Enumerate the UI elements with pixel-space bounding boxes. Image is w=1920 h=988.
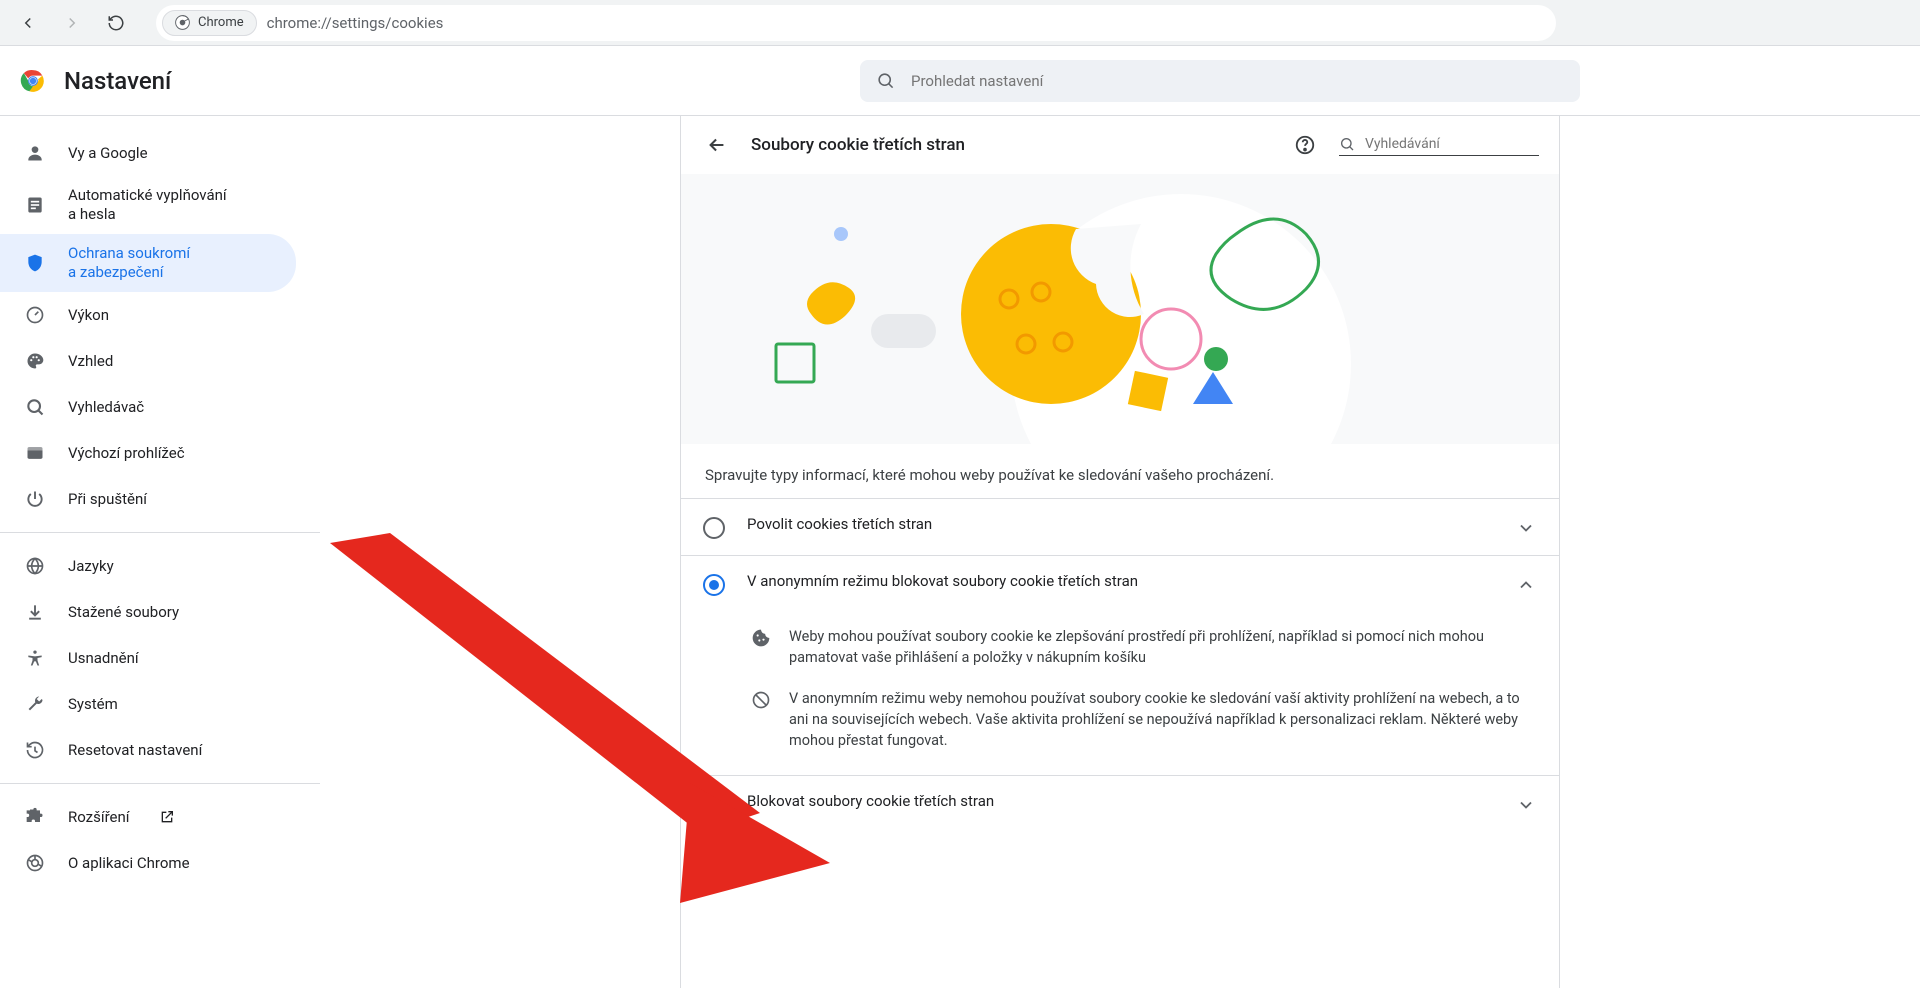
sidebar-item-downloads[interactable]: Stažené soubory <box>0 589 296 635</box>
hero-illustration <box>681 174 1559 444</box>
card-header: Soubory cookie třetích stran <box>681 116 1559 174</box>
download-icon <box>24 601 46 623</box>
sidebar-item-extensions[interactable]: Rozšíření <box>0 794 296 840</box>
sidebar-item-label: Automatické vyplňování a hesla <box>68 186 227 224</box>
shield-icon <box>24 252 46 274</box>
page-title: Nastavení <box>64 67 171 95</box>
sidebar-item-label: Výchozí prohlížeč <box>68 444 185 463</box>
sidebar-item-you-and-google[interactable]: Vy a Google <box>0 130 296 176</box>
sidebar-item-label: Výkon <box>68 306 109 325</box>
chrome-logo-icon <box>20 68 46 94</box>
cookie-icon <box>751 628 773 650</box>
sidebar-item-accessibility[interactable]: Usnadnění <box>0 635 296 681</box>
chevron-up-icon <box>1515 574 1537 596</box>
power-icon <box>24 488 46 510</box>
person-icon <box>24 142 46 164</box>
speed-icon <box>24 304 46 326</box>
detail-row: V anonymním režimu weby nemohou používat… <box>751 678 1535 761</box>
sidebar-item-appearance[interactable]: Vzhled <box>0 338 296 384</box>
option-details: Weby mohou používat soubory cookie ke zl… <box>681 612 1559 775</box>
sidebar-item-label: O aplikaci Chrome <box>68 854 190 873</box>
radio-icon <box>703 794 725 816</box>
radio-icon <box>703 517 725 539</box>
extension-icon <box>24 806 46 828</box>
globe-icon <box>24 555 46 577</box>
back-button[interactable] <box>701 129 733 161</box>
radio-label: V anonymním režimu blokovat soubory cook… <box>747 572 1493 590</box>
omnibox-url: chrome://settings/cookies <box>267 14 444 32</box>
sidebar-item-languages[interactable]: Jazyky <box>0 543 296 589</box>
accessibility-icon <box>24 647 46 669</box>
settings-search-input[interactable] <box>909 71 1564 91</box>
radio-block-incognito[interactable]: V anonymním režimu blokovat soubory cook… <box>681 555 1559 612</box>
detail-row: Weby mohou používat soubory cookie ke zl… <box>751 616 1535 678</box>
palette-icon <box>24 350 46 372</box>
back-browser-button[interactable] <box>14 9 42 37</box>
radio-allow-cookies[interactable]: Povolit cookies třetích stran <box>681 498 1559 555</box>
sidebar-item-label: Stažené soubory <box>68 603 179 622</box>
sidebar-item-label: Systém <box>68 695 118 714</box>
site-chip-label: Chrome <box>198 15 244 30</box>
main-content: Soubory cookie třetích stran <box>320 116 1920 988</box>
sidebar-item-performance[interactable]: Výkon <box>0 292 296 338</box>
sidebar-divider <box>0 532 320 533</box>
site-chip[interactable]: Chrome <box>162 10 257 36</box>
settings-search[interactable] <box>860 60 1580 102</box>
block-icon <box>751 690 773 712</box>
open-in-new-icon <box>159 809 175 825</box>
sidebar-item-about[interactable]: O aplikaci Chrome <box>0 840 296 886</box>
browser-toolbar: Chrome chrome://settings/cookies <box>0 0 1920 46</box>
sidebar-item-reset[interactable]: Resetovat nastavení <box>0 727 296 773</box>
sidebar-item-label: Jazyky <box>68 557 114 576</box>
settings-header: Nastavení <box>0 46 1920 116</box>
wrench-icon <box>24 693 46 715</box>
detail-text: Weby mohou používat soubory cookie ke zl… <box>789 626 1535 668</box>
sidebar-item-search-engine[interactable]: Vyhledávač <box>0 384 296 430</box>
help-button[interactable] <box>1289 129 1321 161</box>
sidebar-item-privacy[interactable]: Ochrana soukromí a zabezpečení <box>0 234 296 292</box>
forward-browser-button[interactable] <box>58 9 86 37</box>
sidebar-item-label: Vy a Google <box>68 144 148 163</box>
radio-label: Povolit cookies třetích stran <box>747 515 1493 533</box>
autofill-icon <box>24 194 46 216</box>
sidebar-item-default-browser[interactable]: Výchozí prohlížeč <box>0 430 296 476</box>
sidebar-item-label: Vyhledávač <box>68 398 144 417</box>
restore-icon <box>24 739 46 761</box>
radio-label: Blokovat soubory cookie třetích stran <box>747 792 1493 810</box>
inpage-search[interactable] <box>1339 133 1539 156</box>
chrome-outline-icon <box>24 852 46 874</box>
reload-button[interactable] <box>102 9 130 37</box>
chevron-down-icon <box>1515 517 1537 539</box>
sidebar-item-autofill[interactable]: Automatické vyplňování a hesla <box>0 176 296 234</box>
sidebar-item-label: Resetovat nastavení <box>68 741 202 760</box>
search-icon <box>876 71 895 90</box>
section-title: Soubory cookie třetích stran <box>751 135 965 155</box>
chevron-down-icon <box>1515 794 1537 816</box>
sidebar-item-on-startup[interactable]: Při spuštění <box>0 476 296 522</box>
search-icon <box>24 396 46 418</box>
sidebar-item-label: Usnadnění <box>68 649 139 668</box>
omnibox[interactable]: Chrome chrome://settings/cookies <box>156 5 1556 41</box>
settings-card: Soubory cookie třetích stran <box>681 116 1559 988</box>
sidebar-item-label: Vzhled <box>68 352 113 371</box>
radio-icon <box>703 574 725 596</box>
sidebar-item-label: Při spuštění <box>68 490 147 509</box>
sidebar: Vy a Google Automatické vyplňování a hes… <box>0 116 320 988</box>
sidebar-item-label: Ochrana soukromí a zabezpečení <box>68 244 190 282</box>
detail-text: V anonymním režimu weby nemohou používat… <box>789 688 1535 751</box>
sidebar-item-system[interactable]: Systém <box>0 681 296 727</box>
browser-icon <box>24 442 46 464</box>
intro-text: Spravujte typy informací, které mohou we… <box>681 444 1559 498</box>
sidebar-divider <box>0 783 320 784</box>
radio-block-all[interactable]: Blokovat soubory cookie třetích stran <box>681 775 1559 832</box>
sidebar-item-label: Rozšíření <box>68 808 129 827</box>
inpage-search-input[interactable] <box>1363 135 1513 153</box>
